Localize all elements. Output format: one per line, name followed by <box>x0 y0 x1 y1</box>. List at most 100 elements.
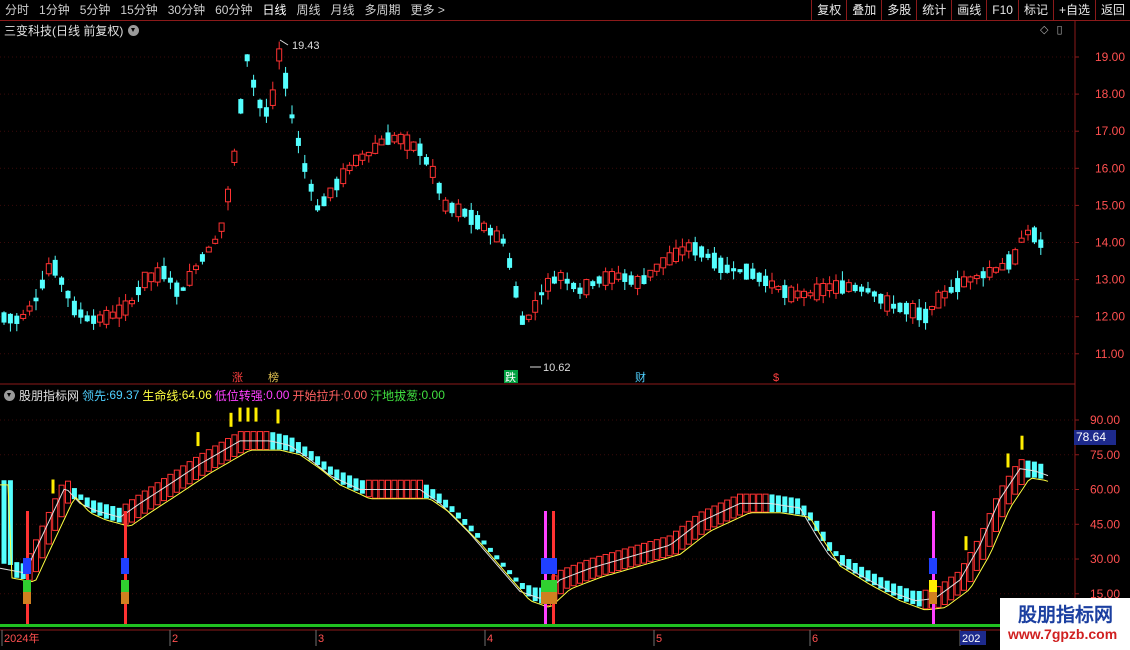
candle-body <box>353 154 359 167</box>
date-label: 2 <box>172 633 178 645</box>
indicator-name: 股朋指标网 <box>19 388 80 403</box>
indicator-tick-label: 60.00 <box>1090 483 1120 497</box>
panel-icons: ◇ ▯ <box>1040 23 1063 36</box>
candle-body <box>871 291 877 297</box>
candle-body <box>193 265 199 271</box>
candle-body <box>660 257 667 269</box>
candle-body <box>865 288 871 293</box>
indicator-bar <box>513 577 519 582</box>
candle-body <box>551 276 557 284</box>
candle-body <box>231 150 238 163</box>
indicator-bar <box>359 480 365 494</box>
candle-body <box>647 269 654 278</box>
date-label: 2024年 <box>4 631 39 645</box>
candle-body <box>475 215 481 230</box>
date-label: 5 <box>656 633 662 645</box>
candle-body <box>699 246 705 258</box>
candle-body <box>481 222 487 232</box>
signal-block-orange <box>23 592 31 604</box>
candle-body <box>180 287 186 291</box>
candle-body <box>365 151 372 157</box>
low-strong-value: 0.00 <box>266 388 290 402</box>
indicator-bar <box>237 431 244 454</box>
indicator-bar <box>698 511 705 535</box>
indicator-bar <box>954 571 961 596</box>
window-icon[interactable]: ▯ <box>1056 23 1062 36</box>
indicator-bar <box>494 555 500 560</box>
candle-body <box>302 163 308 172</box>
indicator-bar <box>276 433 282 450</box>
price-tick-label: 14.00 <box>1095 236 1125 250</box>
indicator-bar <box>500 562 506 567</box>
candle-body <box>711 252 717 269</box>
candle-body <box>174 282 180 297</box>
indicator-bar <box>941 581 948 606</box>
indicator-bar <box>365 479 372 498</box>
candle-body <box>65 290 71 299</box>
indicator-bar <box>910 590 916 605</box>
indicator-bar <box>1038 463 1044 479</box>
event-marker-finance: 财 <box>635 370 646 384</box>
signal-block-green <box>121 580 129 592</box>
candle-body <box>634 275 641 289</box>
candle-body <box>78 309 84 318</box>
candle-body <box>833 280 839 294</box>
lead-line <box>0 440 1049 602</box>
indicator-bar <box>135 494 142 519</box>
indicator-bar <box>1018 459 1025 486</box>
candle-body <box>410 141 417 151</box>
candle-body <box>525 314 532 320</box>
date-label: 4 <box>487 633 493 645</box>
indicator-bar <box>161 478 167 502</box>
candle-body <box>782 285 788 298</box>
watermark-url: www.7gpzb.com <box>1008 626 1118 642</box>
candle-body <box>359 153 366 161</box>
indicator-bar <box>999 485 1006 518</box>
candle-body <box>564 278 570 284</box>
candle-body <box>955 278 961 293</box>
indicator-bar <box>462 519 468 525</box>
candle-body <box>1038 239 1044 248</box>
signal-block-blue <box>121 558 129 574</box>
indicator-bar <box>449 506 455 513</box>
candle-body <box>487 227 493 236</box>
candle-body <box>763 275 769 287</box>
life-value: 64.06 <box>181 388 212 402</box>
kline-chart[interactable]: 19.00 18.00 17.00 16.00 15.00 14.00 13.00 12.00… <box>0 0 1130 650</box>
indicator-bar <box>186 461 193 485</box>
candle-body <box>462 208 468 217</box>
candle-body <box>980 271 986 279</box>
candle-body <box>679 246 686 256</box>
chevron-down-icon[interactable] <box>4 389 15 401</box>
life-label: 生命线: <box>142 388 182 403</box>
candle-body <box>346 164 353 172</box>
candle-body <box>257 99 263 109</box>
indicator-bar <box>948 576 955 601</box>
candle-body <box>986 266 993 278</box>
diamond-icon[interactable]: ◇ <box>1040 23 1048 36</box>
candle-body <box>935 291 942 309</box>
signal-block-orange <box>929 592 937 604</box>
chevron-down-icon[interactable] <box>128 24 140 36</box>
candle-body <box>1012 249 1019 265</box>
candle-body <box>238 99 244 114</box>
signal-block-green <box>549 580 557 592</box>
indicator-bar <box>97 502 103 516</box>
indicator-bar <box>973 540 980 571</box>
candle-body <box>923 308 929 324</box>
candle-body <box>283 72 289 89</box>
candle-body <box>596 276 602 284</box>
candle-body <box>801 290 807 299</box>
candle-body <box>429 165 436 178</box>
indicator-bar <box>519 583 525 589</box>
signal-block-orange <box>549 592 557 604</box>
candle-body <box>97 314 103 323</box>
candle-body <box>205 246 212 253</box>
candle-body <box>743 263 749 280</box>
indicator-bar <box>475 533 481 538</box>
signal-block-orange <box>121 592 129 604</box>
signal-block-green <box>23 580 31 592</box>
stock-title: 三变科技(日线 前复权) <box>4 23 124 38</box>
signal-block-green <box>541 580 549 592</box>
candle-body <box>507 258 513 268</box>
